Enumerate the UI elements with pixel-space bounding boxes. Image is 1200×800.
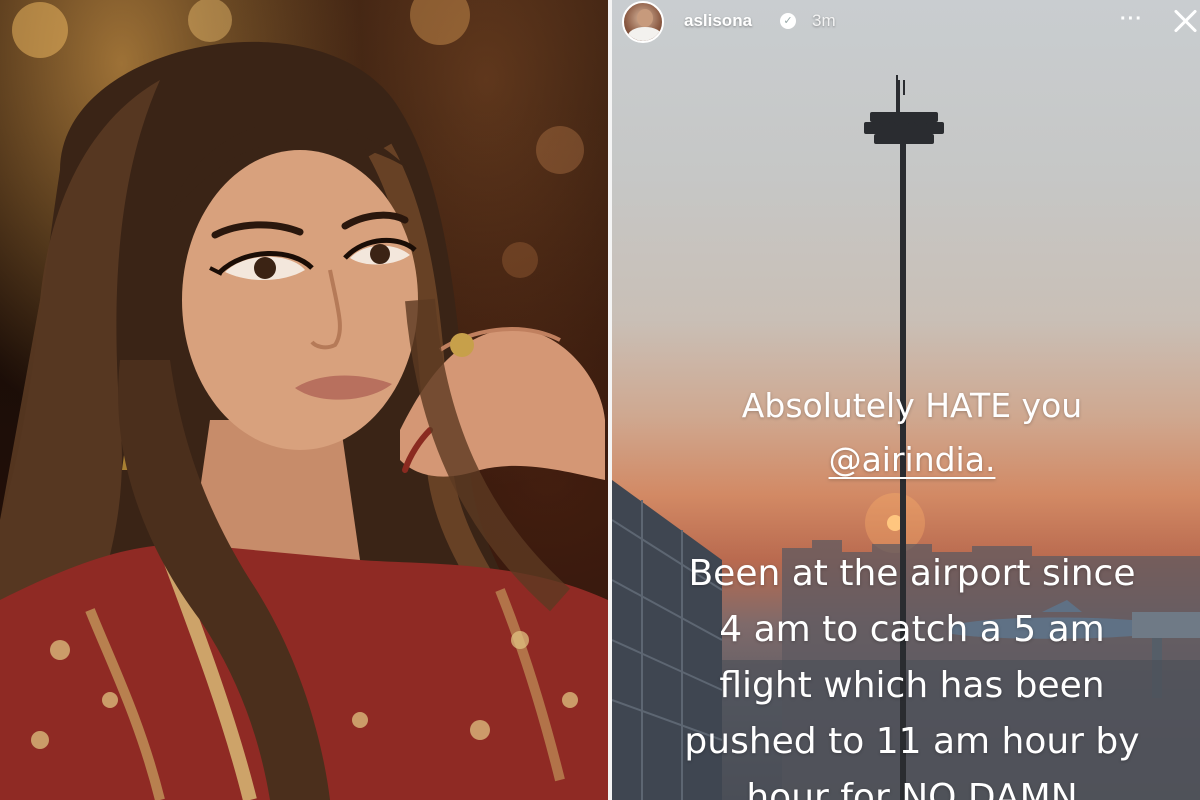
- instagram-story: aslisona ✓ 3m ··· Absolutely HATE you @a…: [612, 0, 1200, 800]
- story-paragraph-line: hour for NO DAMN: [746, 777, 1078, 800]
- story-headline: Absolutely HATE you: [741, 386, 1083, 425]
- story-paragraph-line: flight which has been: [719, 665, 1105, 706]
- story-mention-line: @airindia.: [632, 440, 1192, 479]
- portrait-photo: [0, 0, 608, 800]
- story-header: aslisona ✓ 3m ···: [612, 0, 1200, 50]
- story-paragraph-line: Been at the airport since: [688, 553, 1136, 594]
- more-options-icon[interactable]: ···: [1120, 8, 1143, 31]
- story-paragraph: Been at the airport since 4 am to catch …: [632, 546, 1192, 800]
- story-timestamp: 3m: [812, 11, 836, 30]
- story-username[interactable]: aslisona: [684, 11, 752, 31]
- portrait-illustration: [0, 0, 608, 800]
- story-paragraph-line: pushed to 11 am hour by: [684, 721, 1140, 762]
- profile-avatar[interactable]: [622, 1, 664, 43]
- close-icon[interactable]: [1172, 6, 1200, 34]
- mention-link[interactable]: @airindia.: [829, 440, 996, 479]
- verified-badge-icon: ✓: [780, 13, 796, 29]
- story-paragraph-line: 4 am to catch a 5 am: [719, 609, 1105, 650]
